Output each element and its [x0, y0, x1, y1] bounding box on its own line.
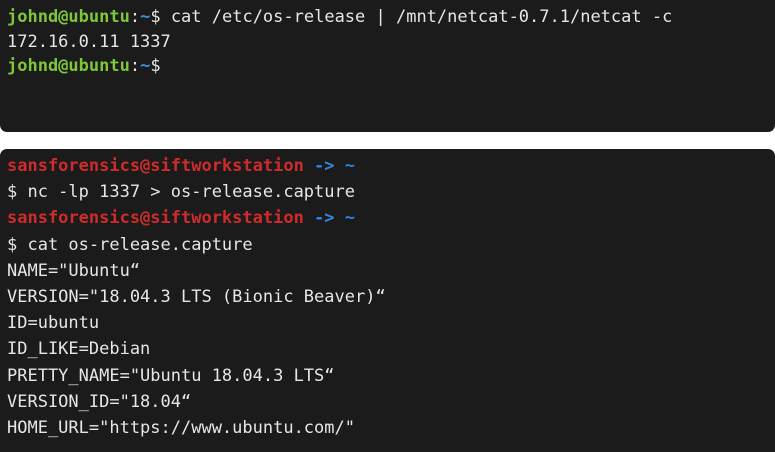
output-line: NAME="Ubuntu“ — [7, 260, 141, 281]
output-line: 172.16.0.11 1337 — [7, 31, 171, 52]
command-text: cat /etc/os-release | /mnt/netcat-0.7.1/… — [170, 7, 673, 27]
command-line: $ cat os-release.capture — [7, 234, 253, 255]
prompt-user: sansforensics@siftworkstation — [7, 156, 304, 176]
terminal-window-bottom[interactable]: sansforensics@siftworkstation -> ~ $ nc … — [0, 149, 775, 452]
prompt-user: johnd@ubuntu — [7, 56, 130, 76]
prompt-user: johnd@ubuntu — [7, 7, 130, 27]
output-line: ID=ubuntu — [7, 313, 100, 334]
terminal-window-top[interactable]: johnd@ubuntu:~$ cat /etc/os-release | /m… — [0, 0, 775, 132]
output-line: VERSION_ID="18.04“ — [7, 391, 192, 412]
prompt-user: sansforensics@siftworkstation — [7, 208, 304, 229]
output-line: ID_LIKE=Debian — [7, 339, 151, 360]
prompt-separator: : — [129, 56, 141, 76]
prompt-line: johnd@ubuntu:~$ cat /etc/os-release | /m… — [7, 5, 768, 30]
prompt-path: ~ — [140, 56, 151, 76]
prompt-arrow-path: -> ~ — [303, 208, 355, 229]
prompt-line: sansforensics@siftworkstation -> ~ — [7, 153, 768, 179]
output-line: PRETTY_NAME="Ubuntu 18.04.3 LTS“ — [7, 365, 335, 386]
prompt-line[interactable]: johnd@ubuntu:~$ — [7, 54, 768, 79]
prompt-line: sansforensics@siftworkstation -> ~ — [7, 205, 768, 231]
prompt-symbol: $ — [150, 7, 171, 27]
output-line: HOME_URL="https://www.ubuntu.com/" — [7, 417, 355, 438]
output-line: VERSION="18.04.3 LTS (Bionic Beaver)“ — [7, 286, 386, 307]
prompt-separator: : — [129, 7, 141, 27]
command-line: $ nc -lp 1337 > os-release.capture — [7, 182, 355, 203]
prompt-path: ~ — [140, 7, 151, 27]
prompt-symbol: $ — [150, 56, 161, 76]
prompt-arrow-path: -> ~ — [303, 156, 355, 176]
